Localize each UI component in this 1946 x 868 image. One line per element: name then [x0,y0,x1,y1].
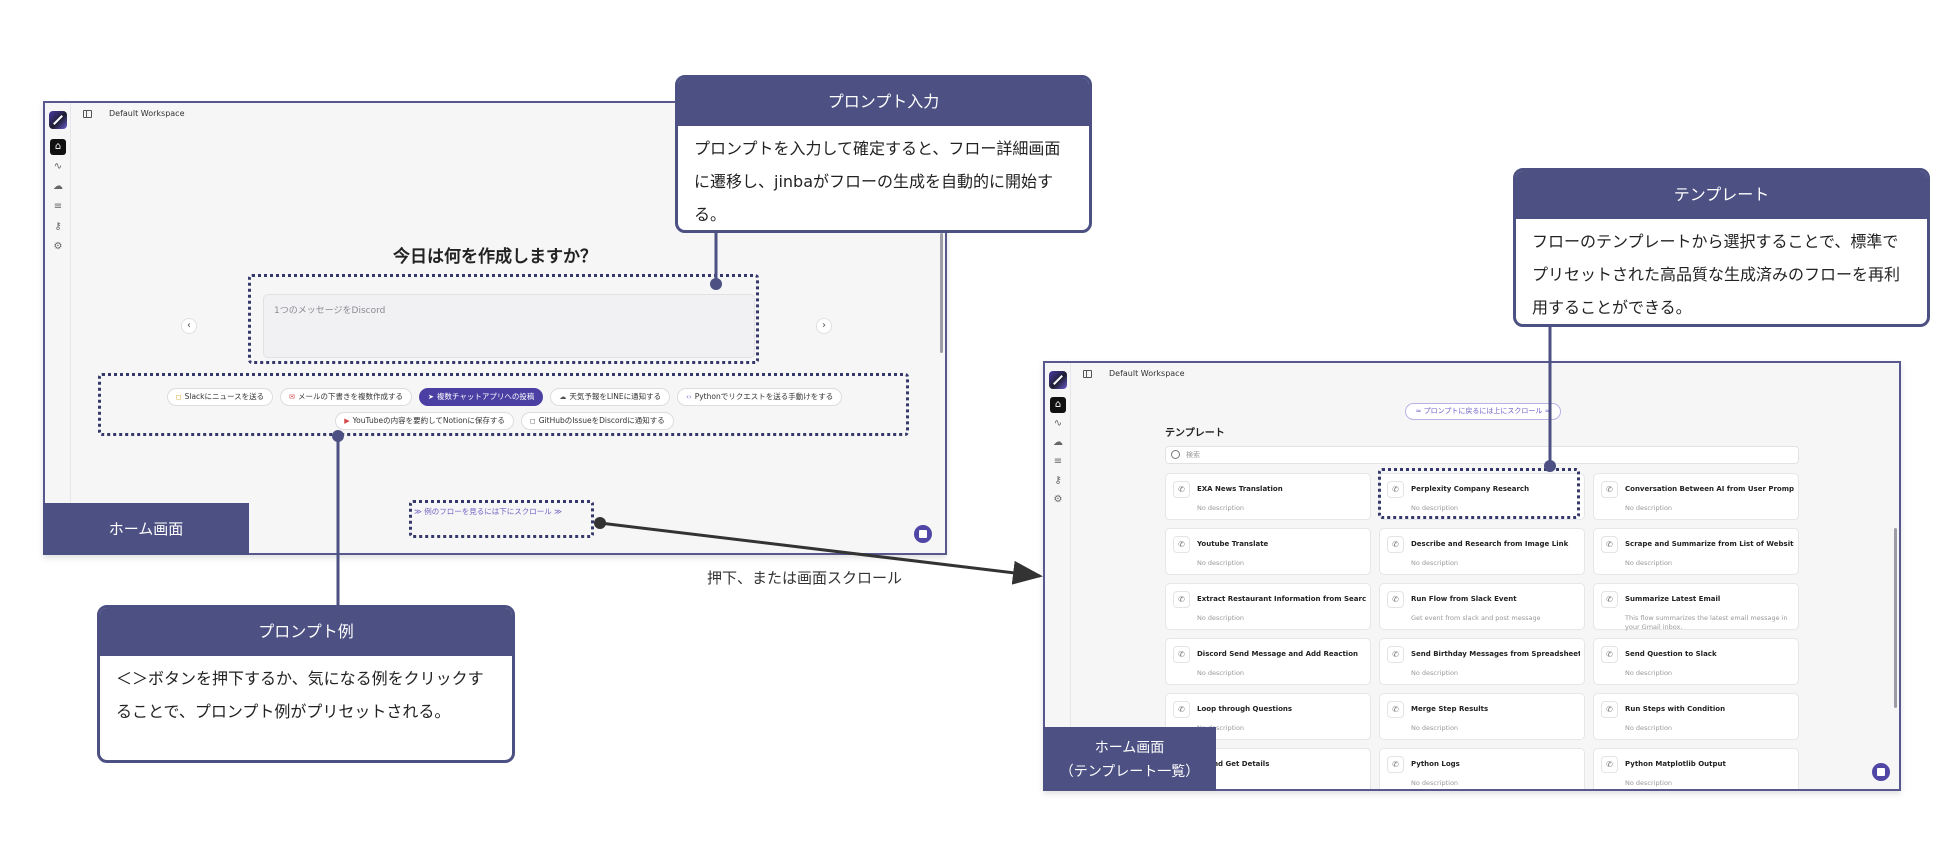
callout-title: プロンプト入力 [678,78,1089,126]
callout-title: プロンプト例 [100,608,512,656]
template-callout: テンプレート フローのテンプレートから選択することで、標準でプリセットされた高品… [1513,168,1930,327]
transition-caption: 押下、または画面スクロール [707,569,903,587]
template-connector-dot [1544,460,1556,472]
callout-body: プロンプトを入力して確定すると、フロー詳細画面に遷移し、jinbaがフローの生成… [694,139,1061,224]
prompt-examples-connector-dot [332,430,344,442]
transition-arrow-dot [594,517,606,529]
callout-title: テンプレート [1516,171,1927,219]
prompt-examples-callout: プロンプト例 ＜＞ボタンを押下するか、気になる例をクリックすることで、プロンプト… [97,605,515,763]
prompt-input-connector-dot [710,278,722,290]
prompt-input-callout: プロンプト入力 プロンプトを入力して確定すると、フロー詳細画面に遷移し、jinb… [675,75,1092,233]
callout-body: フローのテンプレートから選択することで、標準でプリセットされた高品質な生成済みの… [1532,232,1901,317]
callout-body: ＜＞ボタンを押下するか、気になる例をクリックすることで、プロンプト例がプリセット… [116,669,484,721]
